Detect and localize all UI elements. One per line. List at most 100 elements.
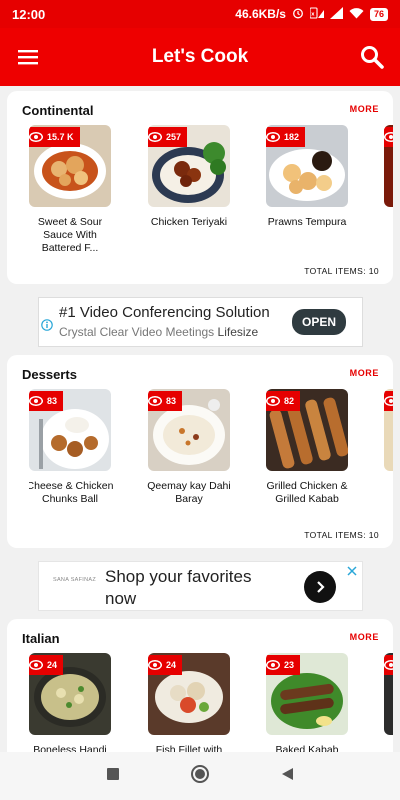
recipe-name[interactable]: Fish Fillet with — [144, 744, 234, 752]
eye-icon — [384, 396, 393, 406]
recipe-thumbnail[interactable]: 24 — [29, 653, 111, 735]
view-count: 83 — [166, 396, 177, 406]
recipe-thumbnail[interactable]: 23 — [266, 653, 348, 735]
recipe-item[interactable]: 83 Qeemay kay Dahi Baray — [147, 389, 231, 506]
view-count-badge: 24 — [148, 655, 183, 675]
total-items-label: TOTAL ITEMS: 10 — [304, 530, 379, 540]
section-card-italian: Italian MORE 24 Boneless Handi 24 Fish F… — [7, 619, 393, 752]
ad-brand: Lifesize — [217, 325, 259, 339]
ad-brand: SANA SAFINAZ — [53, 577, 97, 583]
recipe-thumbnail[interactable]: 82 — [266, 389, 348, 471]
view-count: 15.7 K — [47, 132, 74, 142]
recipe-name[interactable]: L — [380, 480, 393, 493]
ad-banner-video-conferencing[interactable]: #1 Video Conferencing Solution Crystal C… — [38, 297, 363, 347]
ad-banner-shop[interactable]: SANA SAFINAZ Shop your favorites now — [38, 561, 363, 611]
status-time: 12:00 — [12, 6, 46, 22]
recipe-thumbnail[interactable]: 24 — [148, 653, 230, 735]
recipe-item[interactable]: 83 Cheese & Chicken Chunks Ball — [29, 389, 113, 506]
recipe-thumbnail[interactable] — [384, 653, 393, 735]
recipe-name[interactable]: Prawns Tempura — [262, 216, 352, 229]
recipe-thumbnail[interactable]: 15.7 K — [29, 125, 111, 207]
search-icon[interactable] — [344, 28, 400, 86]
ad-headline[interactable]: #1 Video Conferencing Solution — [59, 304, 270, 321]
recipe-item[interactable]: 24 Fish Fillet with — [148, 653, 230, 752]
ad-headline-text[interactable]: Shop your favorites now — [105, 566, 275, 610]
view-count: 24 — [166, 660, 177, 670]
eye-icon — [29, 660, 43, 670]
recipe-item[interactable]: 82 Grilled Chicken & Grilled Kabab — [266, 389, 348, 506]
view-count-badge: 24 — [29, 655, 64, 675]
recipe-name[interactable]: Boneless Handi — [29, 744, 115, 752]
recipe-name[interactable]: Chicken Teriyaki — [144, 216, 234, 229]
back-icon[interactable] — [280, 767, 294, 786]
recipe-name[interactable]: Grilled Chicken & Grilled Kabab — [262, 480, 352, 506]
recipe-name[interactable]: Qeemay kay Dahi Baray — [144, 480, 234, 506]
recipe-name[interactable]: Sweet & Sour Sauce With Battered F... — [29, 216, 115, 255]
chevron-right-icon — [317, 581, 325, 593]
alarm-icon — [292, 7, 304, 22]
more-button[interactable]: MORE — [350, 632, 379, 642]
recipe-thumbnail[interactable]: 83 — [148, 389, 230, 471]
eye-icon — [148, 660, 162, 670]
ad-go-button[interactable] — [304, 571, 336, 603]
recipe-item[interactable]: 15.7 K Sweet & Sour Sauce With Battered … — [29, 125, 111, 255]
eye-icon — [384, 660, 393, 670]
sim-signal-icon: x — [309, 6, 324, 22]
recent-apps-icon[interactable] — [106, 767, 120, 786]
recipe-carousel[interactable]: 83 Cheese & Chicken Chunks Ball 83 Qeema… — [29, 389, 393, 529]
view-count: 257 — [166, 132, 182, 142]
recipe-thumbnail[interactable] — [384, 389, 393, 471]
section-title: Italian — [22, 631, 60, 646]
recipe-carousel[interactable]: 15.7 K Sweet & Sour Sauce With Battered … — [29, 125, 393, 265]
recipe-thumbnail[interactable]: 83 — [29, 389, 111, 471]
view-count-badge: 83 — [148, 391, 183, 411]
view-count-badge: 83 — [29, 391, 64, 411]
recipe-thumbnail[interactable] — [384, 125, 393, 207]
recipe-name[interactable]: Cheese & Chicken Chunks Ball — [29, 480, 115, 506]
recipe-item[interactable]: L — [384, 389, 393, 493]
eye-icon — [266, 396, 280, 406]
eye-icon — [148, 132, 162, 142]
section-title: Desserts — [22, 367, 77, 382]
view-count-badge: 15.7 K — [29, 127, 80, 147]
recipe-item[interactable] — [384, 653, 393, 735]
recipe-item[interactable]: 257 Chicken Teriyaki — [148, 125, 230, 229]
recipe-thumbnail[interactable]: 182 — [266, 125, 348, 207]
recipe-item[interactable]: 23 Baked Kabab — [266, 653, 348, 752]
home-icon[interactable] — [190, 764, 210, 789]
more-button[interactable]: MORE — [350, 368, 379, 378]
view-count-badge: 182 — [266, 127, 306, 147]
content-scroll-area[interactable]: Continental MORE 15.7 K Sweet & Sour Sau… — [0, 86, 400, 752]
ad-subline-text: Crystal Clear Video Meetings — [59, 325, 215, 339]
recipe-thumbnail[interactable]: 257 — [148, 125, 230, 207]
section-card-continental: Continental MORE 15.7 K Sweet & Sour Sau… — [7, 91, 393, 284]
cell-signal-icon — [329, 6, 343, 22]
ad-headline[interactable]: Shop your favorites now — [105, 566, 275, 610]
eye-icon — [148, 396, 162, 406]
network-speed: 46.6KB/s — [235, 7, 286, 21]
view-count: 23 — [284, 660, 295, 670]
view-count: 182 — [284, 132, 300, 142]
wifi-icon — [349, 7, 364, 22]
view-count-badge: 23 — [266, 655, 301, 675]
section-title: Continental — [22, 103, 94, 118]
view-count: 24 — [47, 660, 58, 670]
recipe-item[interactable] — [384, 125, 393, 207]
view-count-badge — [384, 391, 393, 411]
recipe-item[interactable]: 182 Prawns Tempura — [266, 125, 348, 229]
recipe-carousel[interactable]: 24 Boneless Handi 24 Fish Fillet with 23… — [29, 653, 393, 752]
view-count: 82 — [284, 396, 295, 406]
ad-info-icon[interactable] — [41, 318, 53, 336]
hamburger-menu-icon[interactable] — [0, 28, 56, 86]
recipe-item[interactable]: 24 Boneless Handi — [29, 653, 111, 752]
system-nav-bar — [0, 752, 400, 800]
more-button[interactable]: MORE — [350, 104, 379, 114]
ad-open-button[interactable]: OPEN — [292, 309, 346, 335]
eye-icon — [29, 132, 43, 142]
eye-icon — [266, 132, 280, 142]
svg-text:x: x — [311, 11, 315, 17]
ad-close-icon[interactable] — [346, 564, 358, 582]
status-bar: 12:00 46.6KB/s x 76 — [0, 0, 400, 28]
recipe-name[interactable]: Baked Kabab — [262, 744, 352, 752]
view-count-badge — [384, 127, 393, 147]
